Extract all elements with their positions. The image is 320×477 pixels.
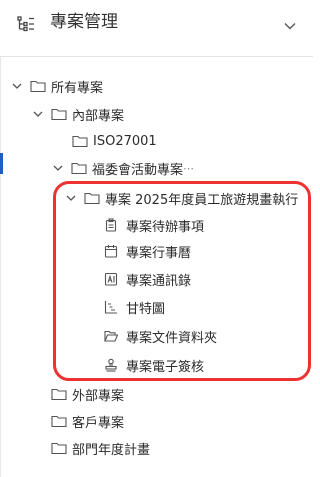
tree-node-all-projects[interactable]: 所有專案 (10, 73, 103, 99)
tree-item-label: 甘特圖 (126, 301, 166, 317)
panel-left-border (0, 56, 1, 477)
tree-node-internal[interactable]: 內部專案 (31, 101, 124, 127)
tree-item-label: 專案行事曆 (126, 245, 192, 261)
tree-node-department[interactable]: 部門年度計畫 (51, 435, 150, 461)
page-title: 專案管理 (50, 12, 118, 32)
chevron-down-icon[interactable] (51, 161, 65, 175)
tree-node-label: 客戶專案 (72, 415, 125, 431)
tree-item-calendar[interactable]: 專案行事曆 (104, 238, 191, 264)
folder-open-icon (104, 329, 118, 343)
tree-node-label: 內部專案 (72, 108, 125, 124)
folder-icon (51, 441, 67, 455)
folder-icon (30, 79, 46, 93)
tree-item-label: 專案待辦事項 (126, 219, 205, 235)
contact-card-icon (104, 272, 118, 286)
tree-item-contacts[interactable]: 專案通訊錄 (104, 266, 191, 292)
tree-node-label: 外部專案 (72, 388, 125, 404)
tree-node-label: 專案 2025年度員工旅遊規畫執行 (105, 192, 299, 208)
tree-node-iso27001[interactable]: ISO27001 (72, 128, 157, 154)
tree-item-label: 專案電子簽核 (126, 359, 205, 375)
chevron-down-icon[interactable] (10, 79, 24, 93)
tree-node-client[interactable]: 客戶專案 (51, 408, 124, 434)
tree-item-documents[interactable]: 專案文件資料夾 (104, 323, 217, 349)
gantt-chart-icon (104, 300, 118, 314)
tree-item-e-signoff[interactable]: 專案電子簽核 (104, 352, 204, 378)
folder-icon (71, 161, 87, 175)
folder-icon (51, 387, 67, 401)
tree-node-label: 所有專案 (51, 80, 104, 96)
tree-list-icon (16, 14, 36, 34)
tree-item-label: 專案文件資料夾 (126, 330, 218, 346)
folder-icon (84, 191, 100, 205)
tree-node-external[interactable]: 外部專案 (51, 381, 124, 407)
tree-item-label: 專案通訊錄 (126, 273, 192, 289)
calendar-icon (104, 244, 118, 258)
folder-icon (51, 414, 67, 428)
tree-node-project-2025[interactable]: 專案 2025年度員工旅遊規畫執行 (64, 185, 298, 211)
tree-node-welfare[interactable]: 福委會活動專案 ⋯ (51, 155, 194, 181)
tree-node-label: 部門年度計畫 (72, 442, 151, 458)
folder-icon (51, 107, 67, 121)
header-divider (0, 56, 313, 57)
tree-node-label: 福委會活動專案 (92, 162, 184, 178)
project-nav-panel: 專案管理 所有專案 內部專案 ISO27001 福委會活動專案 ⋯ 專案 202… (0, 0, 313, 477)
tree-item-gantt[interactable]: 甘特圖 (104, 294, 165, 320)
tree-item-todo[interactable]: 專案待辦事項 (104, 212, 204, 238)
chevron-down-icon[interactable] (64, 191, 78, 205)
clipboard-icon (104, 218, 118, 232)
selection-marker (0, 153, 3, 174)
panel-header: 專案管理 (0, 0, 313, 52)
tree-node-label: ISO27001 (93, 133, 157, 149)
collapse-panel-chevron-icon[interactable] (282, 18, 298, 34)
more-indicator: ⋯ (183, 161, 195, 175)
chevron-down-icon[interactable] (31, 107, 45, 121)
folder-icon (72, 134, 88, 148)
stamp-icon (104, 358, 118, 372)
